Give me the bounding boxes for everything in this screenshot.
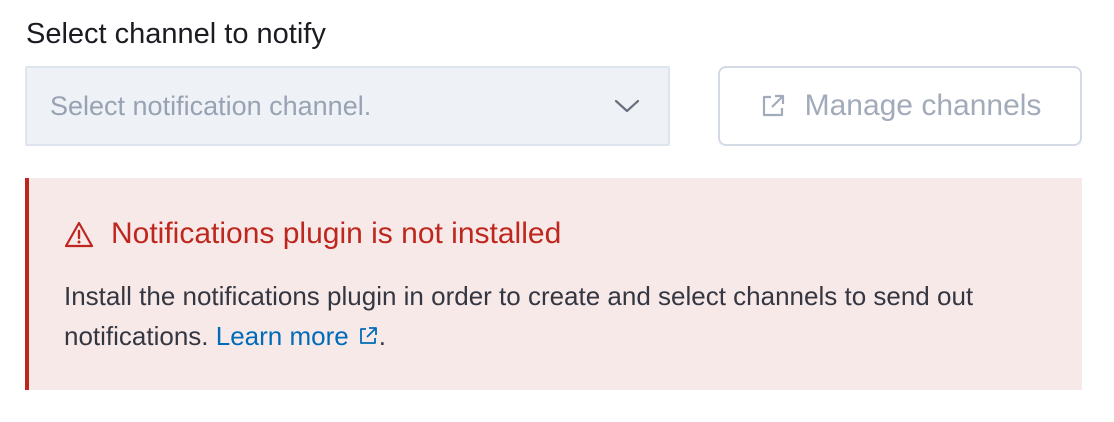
callout-trailing: . [378,321,386,351]
chevron-down-icon [612,91,642,121]
callout-title-text: Notifications plugin is not installed [111,217,562,250]
field-label: Select channel to notify [26,18,326,50]
learn-more-link[interactable]: Learn more [216,321,379,351]
notification-channel-select[interactable]: Select notification channel. [25,66,670,146]
callout-body-text: Install the notifications plugin in orde… [64,281,974,351]
callout-body: Install the notifications plugin in orde… [64,276,1054,356]
manage-channels-label: Manage channels [804,89,1042,122]
external-link-icon [759,92,787,120]
plugin-missing-callout: Notifications plugin is not installed In… [25,178,1082,390]
manage-channels-button[interactable]: Manage channels [718,66,1082,146]
callout-title: Notifications plugin is not installed [64,214,561,254]
warning-icon [64,219,94,249]
external-link-icon [357,318,379,344]
learn-more-label: Learn more [215,321,349,351]
select-placeholder: Select notification channel. [50,90,372,121]
